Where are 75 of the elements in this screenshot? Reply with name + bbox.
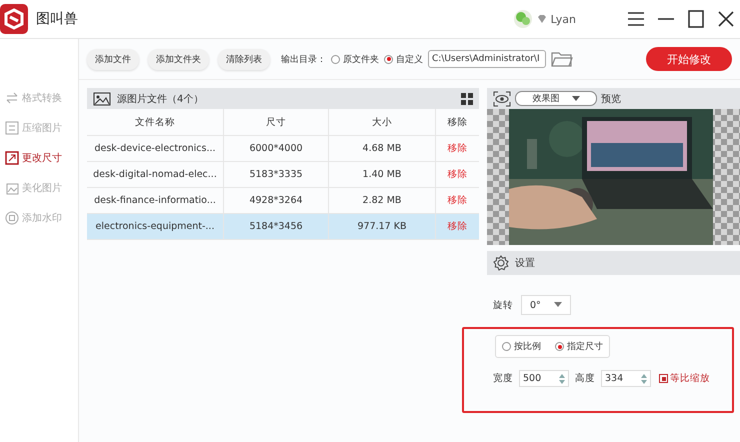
minimize-icon bbox=[658, 18, 674, 20]
dropdown-icon bbox=[554, 302, 562, 308]
toolbar-button[interactable]: 清除列表 bbox=[218, 48, 270, 70]
resize-icon bbox=[5, 151, 19, 165]
table-cell: 977.17 KB bbox=[328, 214, 436, 240]
stamp-icon bbox=[5, 211, 19, 225]
table-row[interactable]: electronics-equipment-... 5184*3456 977.17 KB 移除 bbox=[87, 214, 479, 240]
menu-button[interactable] bbox=[626, 9, 646, 29]
radio-label: 自定义 bbox=[396, 54, 423, 66]
convert-icon bbox=[5, 91, 19, 105]
folder-button[interactable] bbox=[551, 51, 573, 67]
spinner-icon bbox=[641, 372, 647, 384]
remove-link[interactable]: 移除 bbox=[448, 169, 468, 180]
dropdown-icon bbox=[572, 96, 580, 102]
image-icon bbox=[5, 181, 19, 195]
height-field[interactable]: 334 bbox=[601, 370, 651, 387]
checkbox-label: 等比缩放 bbox=[670, 372, 710, 385]
settings-icon bbox=[493, 255, 509, 271]
sidebar-item[interactable]: 更改尺寸 bbox=[0, 149, 78, 167]
eye-icon bbox=[493, 90, 511, 106]
user-name: Lyan bbox=[550, 12, 576, 26]
compress-icon bbox=[5, 121, 19, 135]
remove-link[interactable]: 移除 bbox=[448, 221, 468, 232]
proportional-checkbox[interactable] bbox=[659, 374, 668, 383]
radio-label: 原文件夹 bbox=[343, 54, 379, 66]
maximize-icon bbox=[686, 9, 706, 29]
table-cell: 4.68 MB bbox=[328, 136, 436, 162]
mode-dropdown[interactable]: 效果图 bbox=[515, 91, 597, 106]
column-header: 大小 bbox=[328, 109, 436, 136]
preview-label: 预览 bbox=[601, 92, 621, 106]
folder-icon bbox=[551, 51, 573, 67]
maximize-button[interactable] bbox=[686, 9, 706, 29]
table-cell: 6000*4000 bbox=[224, 136, 328, 162]
width-label: 宽度 bbox=[493, 372, 513, 385]
start-button[interactable]: 开始修改 bbox=[646, 47, 732, 71]
column-header: 尺寸 bbox=[224, 109, 328, 136]
width-field[interactable]: 500 bbox=[519, 370, 569, 387]
output-radio[interactable] bbox=[331, 54, 340, 64]
diamond-icon bbox=[536, 14, 547, 24]
rotation-label: 旋转 bbox=[493, 298, 513, 312]
table-row[interactable]: desk-digital-nomad-elec... 5183*3335 1.40 MB 移除 bbox=[87, 162, 479, 188]
radio-label: 指定尺寸 bbox=[567, 340, 603, 353]
panel-title: 源图片文件（4个） bbox=[117, 92, 204, 106]
close-icon bbox=[716, 9, 736, 29]
image-icon bbox=[93, 92, 111, 106]
close-button[interactable] bbox=[716, 9, 736, 29]
rotation-dropdown[interactable]: 0° bbox=[521, 295, 571, 315]
spinner-icon bbox=[559, 372, 565, 384]
table-cell: 1.40 MB bbox=[328, 162, 436, 188]
toolbar-button[interactable]: 添加文件夹 bbox=[148, 48, 209, 70]
table-cell: desk-device-electronics... bbox=[87, 136, 224, 162]
table-cell: 5183*3335 bbox=[224, 162, 328, 188]
radio-label: 按比例 bbox=[514, 340, 541, 353]
table-cell: electronics-equipment-... bbox=[87, 214, 224, 240]
table-row[interactable]: desk-device-electronics... 6000*4000 4.68 MB 移除 bbox=[87, 136, 479, 162]
column-header: 移除 bbox=[436, 109, 479, 136]
scale-radio[interactable] bbox=[555, 342, 564, 351]
app-title: 图叫兽 bbox=[36, 10, 78, 28]
table-cell: 5184*3456 bbox=[224, 214, 328, 240]
settings-title: 设置 bbox=[515, 256, 535, 270]
remove-link[interactable]: 移除 bbox=[448, 195, 468, 206]
scale-radio[interactable] bbox=[502, 342, 511, 351]
grid-view-button[interactable] bbox=[461, 92, 473, 104]
grid-icon bbox=[461, 92, 473, 104]
avatar-icon bbox=[512, 9, 533, 29]
output-radio[interactable] bbox=[384, 54, 393, 64]
output-label: 输出目录： bbox=[281, 54, 326, 66]
table-cell: desk-digital-nomad-elec... bbox=[87, 162, 224, 188]
height-label: 高度 bbox=[575, 372, 595, 385]
menu-icon bbox=[626, 9, 646, 29]
column-header: 文件名称 bbox=[87, 109, 224, 136]
toolbar-button[interactable]: 添加文件 bbox=[87, 48, 139, 70]
path-field[interactable]: C:\Users\Administrator\I bbox=[428, 50, 546, 68]
logo-icon bbox=[0, 4, 28, 34]
remove-link[interactable]: 移除 bbox=[448, 143, 468, 154]
